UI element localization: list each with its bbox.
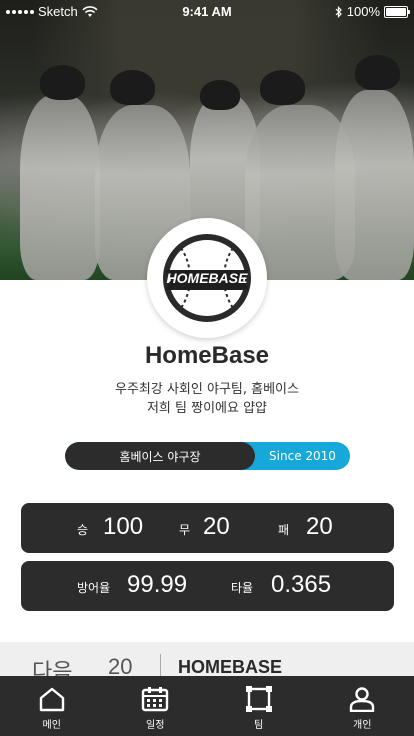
bluetooth-icon: [335, 5, 342, 18]
status-bar: Sketch 9:41 AM 100%: [0, 0, 414, 22]
tab-personal[interactable]: 개인: [332, 676, 392, 736]
era-value: 99.99: [127, 571, 188, 598]
record-card: 승 100 무 20 패 20: [21, 503, 394, 553]
tab-team[interactable]: 팀: [229, 676, 289, 736]
team-description-line: 저희 팀 짱이에요 얍얍: [146, 401, 268, 416]
team-icon: [245, 686, 272, 712]
hero-cap: [355, 55, 400, 90]
tab-label: 개인: [353, 720, 372, 731]
stadium-label[interactable]: 홈베이스 야구장: [65, 442, 255, 470]
tab-bar: 메인 일정 팀 개인: [0, 676, 414, 736]
logo-text: HOMEBASE: [166, 270, 248, 286]
team-name: HomeBase: [144, 342, 270, 369]
avg-label: 타율: [231, 581, 254, 595]
calendar-icon: [142, 687, 169, 712]
tab-schedule[interactable]: 일정: [125, 676, 185, 736]
tab-label: 팀: [254, 720, 264, 731]
next-game-opponent: HOMEBASE: [178, 657, 283, 677]
rates-card: 방어율 99.99 타율 0.365: [21, 561, 394, 611]
tab-main[interactable]: 메인: [22, 676, 82, 736]
since-label[interactable]: Since 2010: [255, 442, 350, 470]
win-label: 승: [77, 523, 89, 537]
hero-cap: [200, 80, 240, 110]
team-description-line: 우주최강 사회인 야구팀, 홈베이스: [115, 382, 299, 397]
win-value: 100: [103, 513, 144, 540]
hero-cap: [40, 65, 85, 100]
team-description: 우주최강 사회인 야구팀, 홈베이스 저희 팀 짱이에요 얍얍: [0, 380, 414, 418]
draw-label: 무: [179, 523, 191, 537]
tab-label: 메인: [42, 720, 61, 731]
hero-cap: [110, 70, 155, 105]
hero-player: [20, 95, 100, 280]
draw-value: 20: [203, 513, 230, 540]
hero-cap: [260, 70, 305, 105]
hero-player: [335, 90, 414, 280]
divider: [160, 654, 161, 678]
loss-value: 20: [306, 513, 333, 540]
avg-value: 0.365: [271, 571, 332, 598]
battery-percent: 100%: [346, 4, 380, 19]
team-logo: HOMEBASE: [147, 218, 267, 338]
tab-label: 일정: [146, 720, 165, 731]
era-label: 방어율: [77, 581, 111, 595]
loss-label: 패: [278, 523, 290, 537]
home-icon: [39, 687, 64, 712]
battery-icon: [384, 5, 410, 18]
person-icon: [350, 687, 375, 712]
team-info-pill: 홈베이스 야구장 Since 2010: [65, 442, 350, 470]
